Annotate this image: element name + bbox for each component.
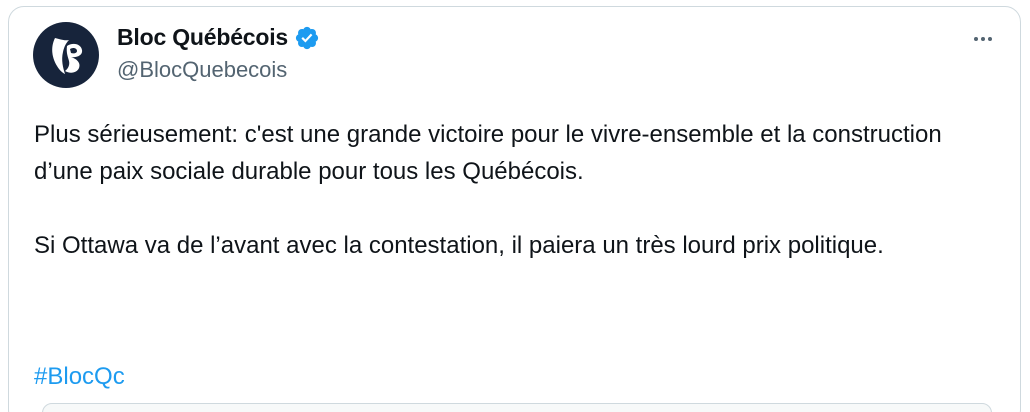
bloc-quebecois-logo-icon [52,38,83,74]
dot [974,37,978,41]
embedded-media-preview[interactable] [42,403,992,412]
tweet-text: Plus sérieusement: c'est une grande vict… [34,116,994,264]
author-display-name[interactable]: Bloc Québécois [117,24,288,51]
dot [988,37,992,41]
author-name-row[interactable]: Bloc Québécois [117,24,320,51]
tweet-paragraph-2: Si Ottawa va de l’avant avec la contesta… [34,232,884,259]
author-handle[interactable]: @BlocQuebecois [117,57,287,83]
dot [981,37,985,41]
tweet-card[interactable]: Bloc Québécois @BlocQuebecois Plus série… [8,6,1021,412]
avatar[interactable] [33,22,99,88]
more-options-icon[interactable] [968,27,998,51]
tweet-paragraph-1: Plus sérieusement: c'est une grande vict… [34,121,942,185]
hashtag-link[interactable]: #BlocQc [34,358,125,395]
verified-badge-icon [295,26,319,49]
